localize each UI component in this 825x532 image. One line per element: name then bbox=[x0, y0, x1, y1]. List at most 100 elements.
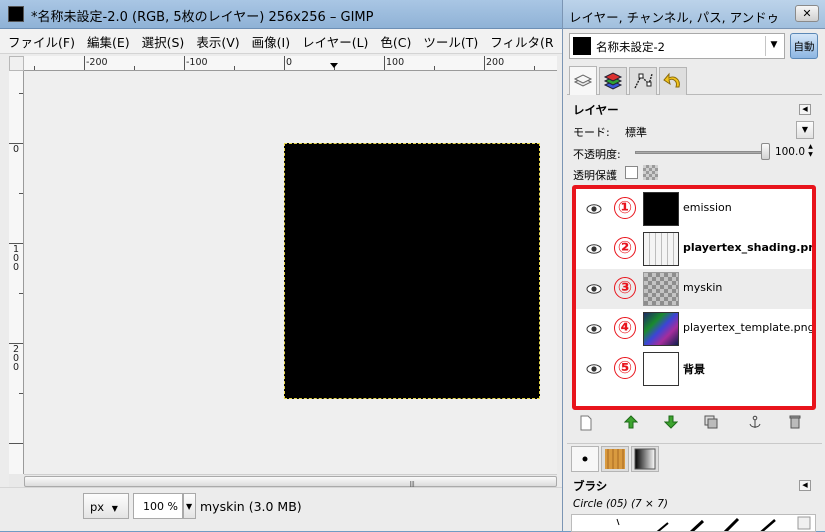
scrollbar-thumb[interactable]: ||| bbox=[24, 476, 557, 489]
menu-colors[interactable]: 色(C) bbox=[380, 32, 411, 51]
quick-mask-toggle[interactable] bbox=[9, 56, 24, 71]
anchor-icon bbox=[749, 415, 761, 428]
annotation-number: ① bbox=[614, 197, 636, 219]
new-layer-button[interactable] bbox=[577, 415, 595, 433]
menu-image[interactable]: 画像(I) bbox=[252, 32, 290, 51]
image-window-titlebar[interactable]: *名称未設定-2.0 (RGB, 5枚のレイヤー) 256x256 – GIMP bbox=[0, 0, 562, 29]
menu-filters[interactable]: フィルタ(R bbox=[490, 32, 553, 51]
auto-button[interactable]: 自動 bbox=[790, 33, 818, 59]
layers-icon bbox=[573, 74, 593, 87]
mode-select[interactable]: 標準 bbox=[625, 124, 647, 140]
delete-layer-button[interactable] bbox=[786, 415, 804, 433]
brush-name: Circle (05) (7 × 7) bbox=[573, 498, 668, 510]
layer-name[interactable]: playertex_template.png bbox=[683, 321, 812, 334]
zoom-dropdown-button[interactable]: ▼ bbox=[183, 493, 196, 519]
lock-alpha-label: 透明保護 bbox=[573, 169, 617, 182]
tab-channels[interactable] bbox=[599, 67, 627, 95]
menu-layer[interactable]: レイヤー(L) bbox=[302, 32, 368, 51]
layer-toolbar bbox=[571, 415, 817, 435]
close-button[interactable]: ✕ bbox=[795, 5, 819, 22]
eye-icon[interactable] bbox=[586, 201, 602, 217]
opacity-label: 不透明度: bbox=[573, 148, 621, 161]
ruler-label: -200 bbox=[86, 57, 108, 68]
lower-layer-button[interactable] bbox=[662, 415, 680, 433]
annotation-number: ④ bbox=[614, 317, 636, 339]
layer-row[interactable]: ④ playertex_template.png bbox=[576, 309, 812, 349]
horizontal-scrollbar[interactable]: ||| bbox=[24, 474, 557, 489]
tab-gradients[interactable] bbox=[631, 446, 659, 472]
lock-alpha-checkbox[interactable] bbox=[625, 166, 638, 179]
gimp-image-window: *名称未設定-2.0 (RGB, 5枚のレイヤー) 256x256 – GIMP… bbox=[0, 0, 562, 531]
panel-menu-button[interactable]: ◀ bbox=[799, 104, 811, 115]
eye-icon[interactable] bbox=[586, 361, 602, 377]
window-title: *名称未設定-2.0 (RGB, 5枚のレイヤー) 256x256 – GIMP bbox=[31, 10, 374, 25]
ruler-label: 200 bbox=[12, 344, 20, 373]
eye-icon[interactable] bbox=[586, 281, 602, 297]
image-selector[interactable]: 名称未設定-2 ▼ bbox=[569, 33, 785, 59]
gradient-icon bbox=[634, 448, 656, 470]
opacity-spin-button[interactable]: ▲ ▼ bbox=[806, 143, 815, 160]
zoom-input[interactable]: 100 % bbox=[133, 493, 183, 519]
menu-tools[interactable]: ツール(T) bbox=[423, 32, 478, 51]
chevron-down-icon: ▼ bbox=[801, 125, 809, 134]
layers-panel-title: レイヤー bbox=[573, 103, 619, 117]
duplicate-icon bbox=[704, 415, 718, 429]
transparency-icon bbox=[643, 165, 658, 180]
eye-icon[interactable] bbox=[586, 241, 602, 257]
image-thumbnail bbox=[573, 37, 591, 55]
channels-icon bbox=[603, 72, 623, 90]
arrow-down-icon bbox=[663, 415, 679, 429]
ruler-label: 0 bbox=[12, 144, 20, 155]
chevron-down-icon: ▼ bbox=[111, 504, 118, 513]
unit-value: px bbox=[90, 500, 105, 514]
menu-view[interactable]: 表示(V) bbox=[196, 32, 239, 51]
image-selector-value: 名称未設定-2 bbox=[596, 40, 665, 54]
unit-selector[interactable]: px ▼ bbox=[83, 493, 129, 519]
close-icon: ✕ bbox=[802, 7, 812, 20]
menu-bar: ファイル(F) 編集(E) 選択(S) 表示(V) 画像(I) レイヤー(L) … bbox=[0, 29, 562, 54]
layer-name[interactable]: playertex_shading.png bbox=[683, 241, 812, 254]
opacity-slider[interactable] bbox=[635, 151, 765, 154]
menu-select[interactable]: 選択(S) bbox=[142, 32, 185, 51]
layer-row[interactable]: ② playertex_shading.png bbox=[576, 229, 812, 269]
duplicate-layer-button[interactable] bbox=[702, 415, 720, 433]
new-document-icon bbox=[580, 415, 592, 431]
layer-name[interactable]: 背景 bbox=[683, 361, 705, 377]
arrow-left-icon: ◀ bbox=[802, 481, 808, 489]
layer-name[interactable]: myskin bbox=[683, 281, 722, 294]
image-layer-content[interactable] bbox=[284, 143, 540, 399]
layer-row-selected[interactable]: ③ myskin bbox=[576, 269, 812, 309]
menu-file[interactable]: ファイル(F) bbox=[8, 32, 75, 51]
tab-patterns[interactable] bbox=[601, 446, 629, 472]
horizontal-ruler[interactable]: -200 -100 0 100 200 bbox=[24, 56, 557, 71]
layers-dock-window: レイヤー, チャンネル, パス, アンドゥ ✕ 名称未設定-2 ▼ 自動 レイヤ… bbox=[562, 0, 825, 532]
trash-icon bbox=[789, 415, 801, 429]
mode-label: モード: bbox=[573, 126, 610, 139]
chevron-down-icon: ▼ bbox=[186, 502, 193, 511]
undo-icon bbox=[663, 72, 680, 88]
vertical-ruler[interactable]: 0 100 200 bbox=[9, 71, 24, 474]
opacity-value[interactable]: 100.0 bbox=[773, 146, 805, 158]
tab-brushes[interactable] bbox=[571, 446, 599, 472]
panel-menu-button[interactable]: ◀ bbox=[799, 480, 811, 491]
image-canvas[interactable] bbox=[24, 71, 557, 474]
eye-icon[interactable] bbox=[586, 321, 602, 337]
layer-list: ① emission ② playertex_shading.png ③ mys… bbox=[572, 185, 816, 410]
layer-thumbnail bbox=[643, 352, 679, 386]
layer-row[interactable]: ⑤ 背景 bbox=[576, 349, 812, 389]
ruler-label: 100 bbox=[12, 244, 20, 273]
tab-layers[interactable] bbox=[569, 66, 597, 95]
brush-dot-icon bbox=[582, 456, 588, 462]
tab-undo-history[interactable] bbox=[659, 67, 687, 95]
opacity-slider-handle[interactable] bbox=[761, 143, 770, 160]
layer-row[interactable]: ① emission bbox=[576, 189, 812, 229]
menu-edit[interactable]: 編集(E) bbox=[87, 32, 130, 51]
mode-dropdown-button[interactable]: ▼ bbox=[796, 121, 814, 139]
anchor-layer-button[interactable] bbox=[746, 415, 764, 433]
brush-grid[interactable] bbox=[571, 514, 816, 532]
tab-paths[interactable] bbox=[629, 67, 657, 95]
ruler-label: 100 bbox=[386, 57, 405, 68]
raise-layer-button[interactable] bbox=[622, 415, 640, 433]
layer-name[interactable]: emission bbox=[683, 201, 732, 214]
dock-titlebar[interactable]: レイヤー, チャンネル, パス, アンドゥ ✕ bbox=[563, 0, 825, 29]
